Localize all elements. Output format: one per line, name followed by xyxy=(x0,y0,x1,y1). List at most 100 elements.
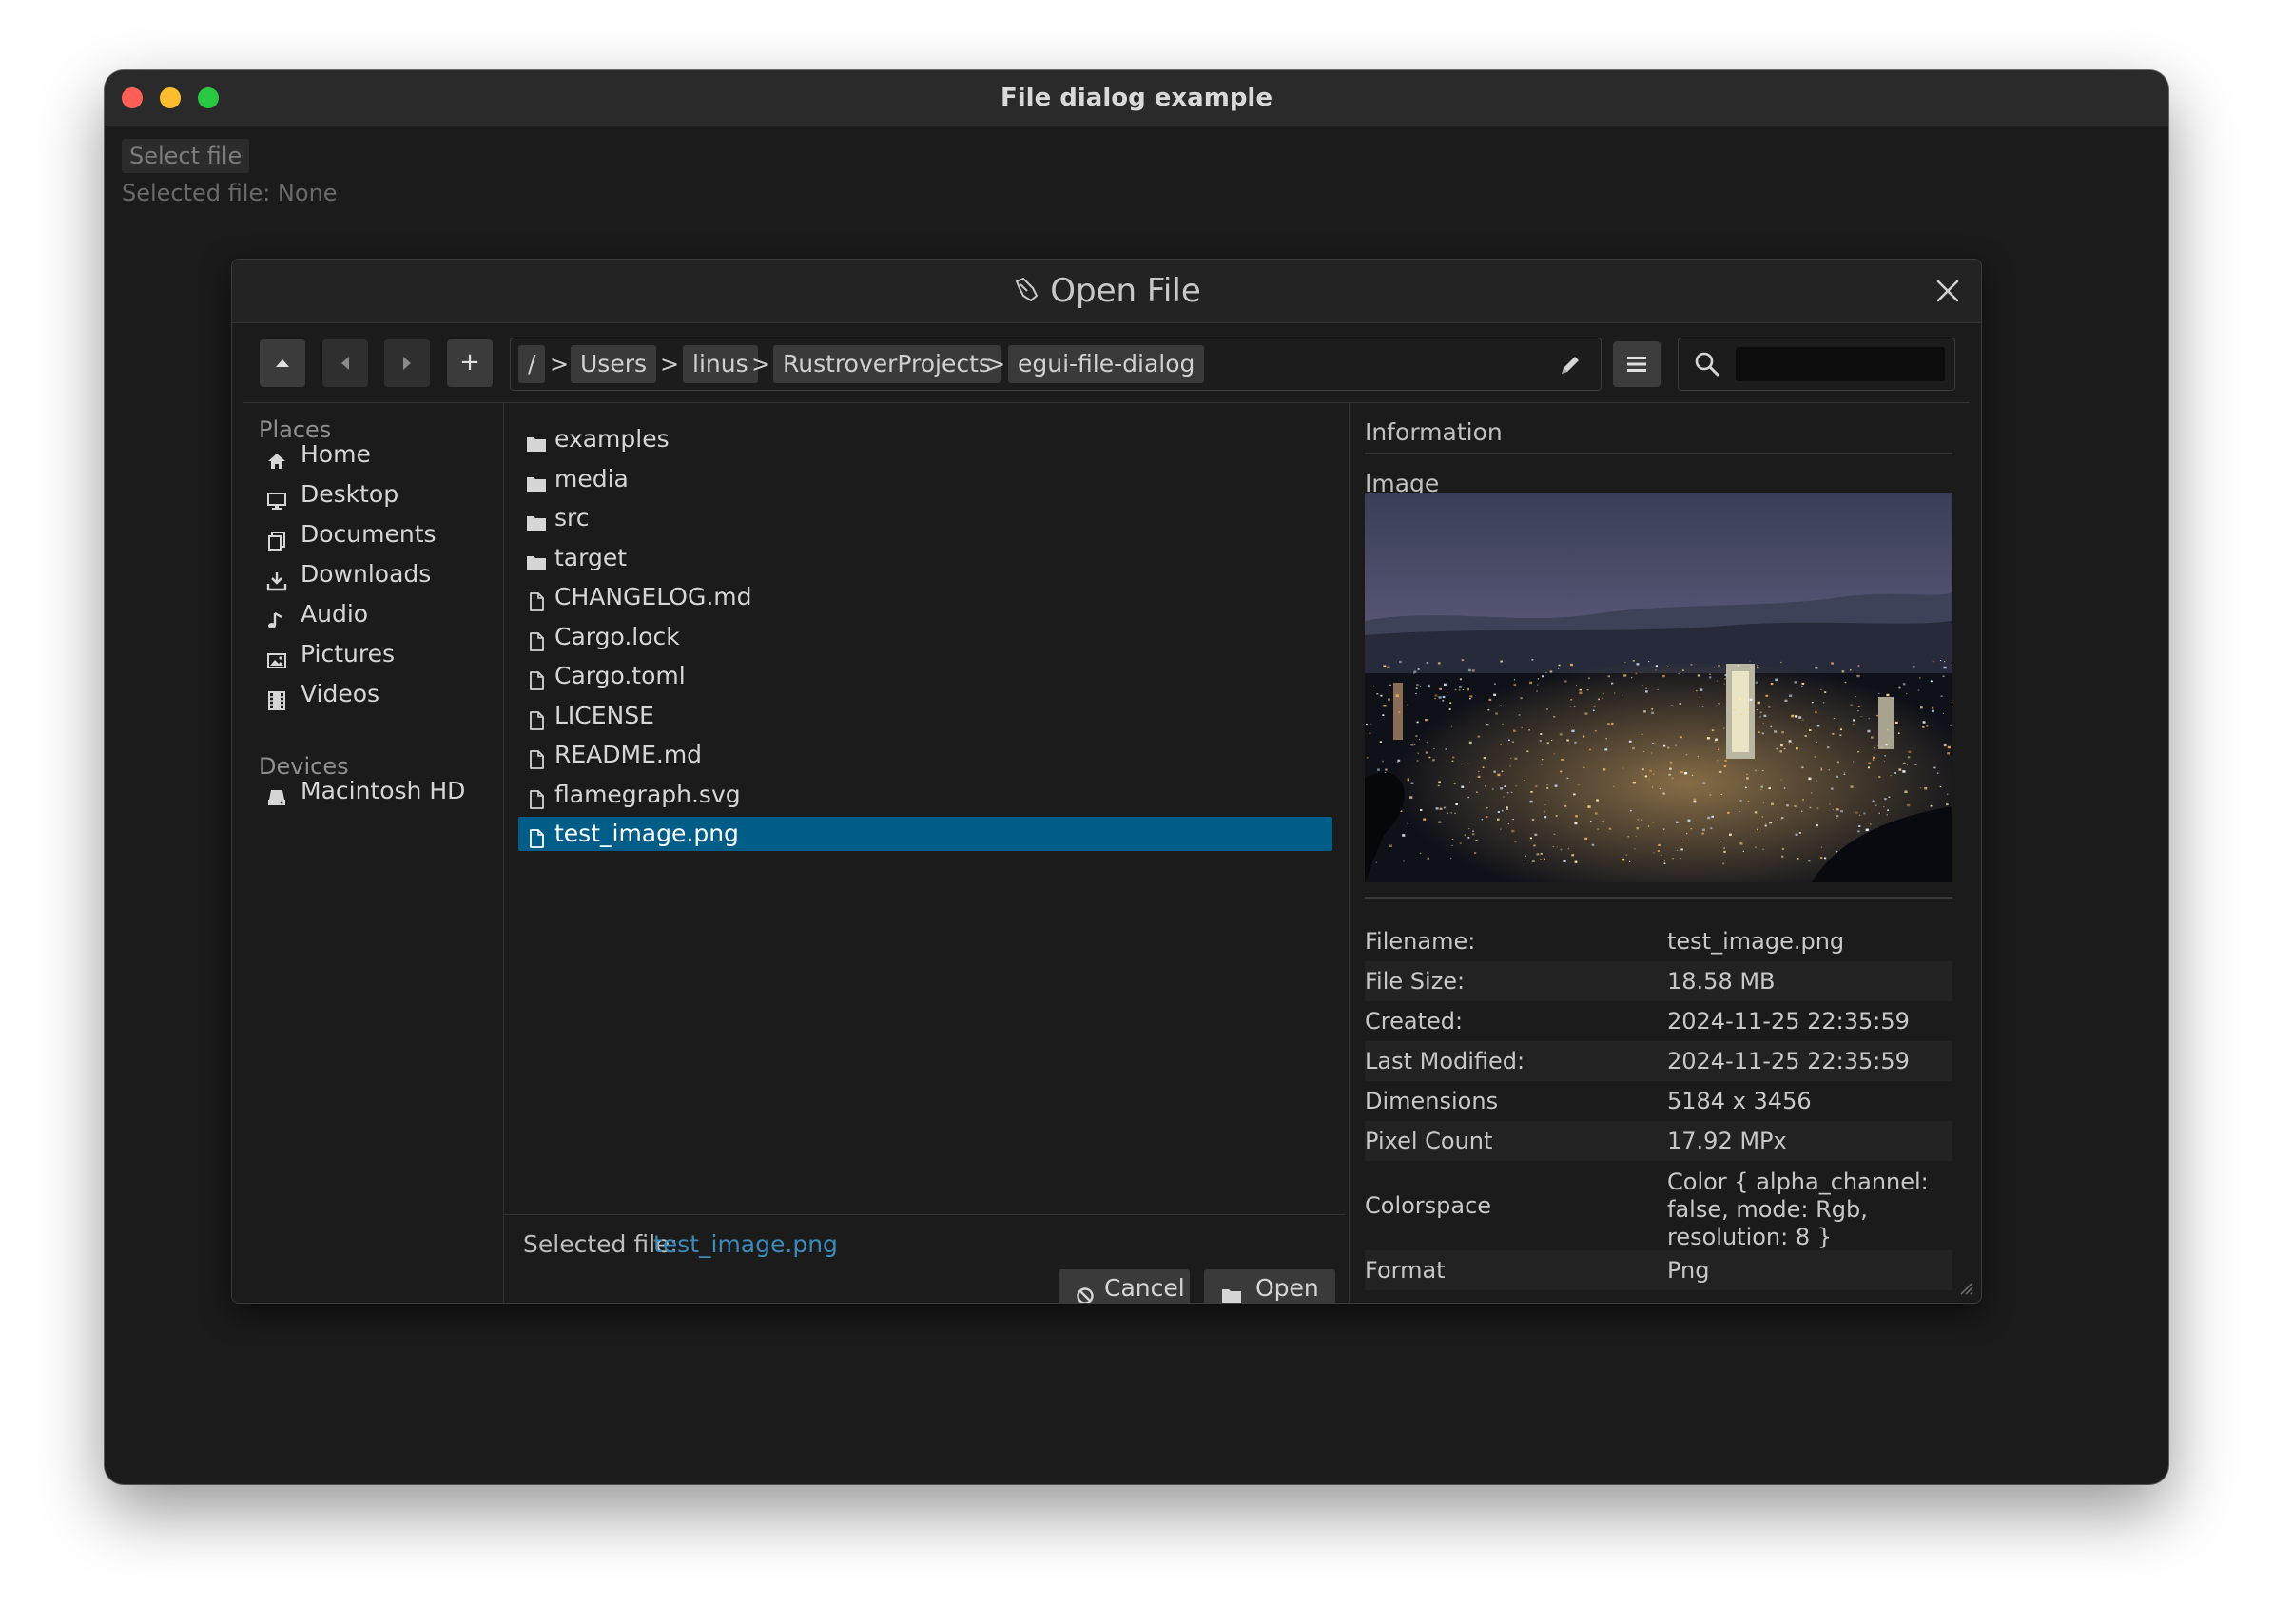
file-name: media xyxy=(554,464,629,493)
footer-divider xyxy=(504,1214,1346,1215)
file-list-item[interactable]: target xyxy=(518,541,1332,575)
file-icon xyxy=(526,706,547,730)
new-folder-button[interactable]: + xyxy=(447,339,493,387)
file-icon xyxy=(526,824,547,848)
info-row: Pixel Count 17.92 MPx xyxy=(1365,1121,1952,1161)
file-name: src xyxy=(554,504,590,532)
info-value: test_image.png xyxy=(1667,928,1845,955)
arrow-up-icon xyxy=(276,359,289,367)
folder-icon xyxy=(526,470,547,492)
music-note-icon xyxy=(266,604,287,628)
pointing-hand-icon xyxy=(1012,261,1040,324)
sidebar-item-downloads[interactable]: Downloads xyxy=(266,554,495,594)
file-name: CHANGELOG.md xyxy=(554,583,752,610)
breadcrumb-linus[interactable]: linus xyxy=(683,345,758,383)
path-bar: / > Users > linus > RustroverProjects > … xyxy=(510,338,1602,391)
sidebar-item-home[interactable]: Home xyxy=(266,435,495,474)
open-button-label: Open xyxy=(1255,1274,1319,1302)
resize-grip-icon[interactable] xyxy=(1955,1277,1974,1296)
info-value: 2024-11-25 22:35:59 xyxy=(1667,1048,1910,1074)
sidebar-item-audio[interactable]: Audio xyxy=(266,594,495,634)
info-row: Colorspace Color { alpha_channel: false, … xyxy=(1365,1161,1952,1250)
view-menu-button[interactable] xyxy=(1613,341,1661,387)
cancel-button[interactable]: Cancel xyxy=(1059,1269,1190,1303)
open-file-dialog: Open File + / > Users > linus > Rustrove… xyxy=(231,259,1982,1304)
file-name: Cargo.lock xyxy=(554,622,680,650)
magnifier-icon xyxy=(1693,350,1721,378)
film-icon xyxy=(266,684,287,710)
title-bar[interactable]: File dialog example xyxy=(105,70,2168,126)
info-value: 5184 x 3456 xyxy=(1667,1088,1812,1114)
info-key: File Size: xyxy=(1365,968,1466,995)
back-button[interactable] xyxy=(322,339,368,387)
select-file-button[interactable]: Select file xyxy=(122,139,250,173)
file-list-item[interactable]: CHANGELOG.md xyxy=(518,580,1332,614)
monitor-icon xyxy=(266,484,287,510)
info-key: Format xyxy=(1365,1257,1446,1284)
info-key: Colorspace xyxy=(1365,1192,1492,1219)
file-list-item[interactable]: test_image.png xyxy=(518,817,1332,851)
pencil-icon[interactable] xyxy=(1558,353,1583,377)
file-icon xyxy=(526,667,547,690)
breadcrumb-separator: > xyxy=(550,351,570,377)
file-list-item[interactable]: README.md xyxy=(518,738,1332,772)
parent-directory-button[interactable] xyxy=(260,339,305,387)
file-list-item[interactable]: LICENSE xyxy=(518,699,1332,733)
sidebar-item-videos[interactable]: Videos xyxy=(266,674,495,714)
dialog-title-text: Open File xyxy=(1050,272,1201,310)
file-list-item[interactable]: examples xyxy=(518,422,1332,456)
info-row: Filename: test_image.png xyxy=(1365,921,1952,961)
information-panel: Information Image Filename: test_image.p… xyxy=(1350,403,1981,1303)
info-value: 2024-11-25 22:35:59 xyxy=(1667,1008,1910,1034)
file-list-item[interactable]: flamegraph.svg xyxy=(518,778,1332,812)
file-name: LICENSE xyxy=(554,701,654,729)
info-key: Dimensions xyxy=(1365,1088,1499,1114)
dialog-title: Open File xyxy=(232,260,1981,322)
places-panel: Places Home Desktop Documents Downloads … xyxy=(232,403,503,1303)
folder-icon xyxy=(526,430,547,452)
info-divider xyxy=(1365,453,1952,454)
file-icon xyxy=(526,628,547,651)
file-name: examples xyxy=(554,425,670,453)
sidebar-item-label: Macintosh HD xyxy=(301,777,466,804)
arrow-right-icon xyxy=(403,357,411,370)
download-icon xyxy=(266,564,287,591)
sidebar-item-label: Videos xyxy=(301,680,380,707)
sidebar-item-label: Desktop xyxy=(301,480,399,508)
documents-icon xyxy=(266,524,287,551)
close-icon[interactable] xyxy=(1934,278,1961,304)
file-name: README.md xyxy=(554,741,703,768)
sidebar-item-documents[interactable]: Documents xyxy=(266,514,495,554)
breadcrumb-separator: > xyxy=(986,351,1006,377)
search-input[interactable] xyxy=(1736,347,1945,381)
sidebar-item-label: Pictures xyxy=(301,640,395,667)
breadcrumb-rustroverprojects[interactable]: RustroverProjects xyxy=(773,345,1001,383)
breadcrumb-separator: > xyxy=(660,351,680,377)
breadcrumb-egui-file-dialog[interactable]: egui-file-dialog xyxy=(1008,345,1205,383)
info-value: 18.58 MB xyxy=(1667,968,1776,995)
picture-icon xyxy=(266,644,287,668)
info-row: File Size: 18.58 MB xyxy=(1365,961,1952,1001)
dialog-header[interactable]: Open File xyxy=(232,260,1981,323)
sidebar-item-pictures[interactable]: Pictures xyxy=(266,634,495,674)
file-list-item[interactable]: Cargo.toml xyxy=(518,659,1332,693)
sidebar-item-macintosh-hd[interactable]: Macintosh HD xyxy=(266,771,495,811)
home-icon xyxy=(266,444,287,469)
breadcrumb-users[interactable]: Users xyxy=(571,345,657,383)
info-key: Last Modified: xyxy=(1365,1048,1525,1074)
info-value: Png xyxy=(1667,1257,1710,1284)
breadcrumb-root[interactable]: / xyxy=(518,345,546,383)
file-list-item[interactable]: media xyxy=(518,462,1332,496)
file-icon xyxy=(526,588,547,611)
sidebar-item-desktop[interactable]: Desktop xyxy=(266,474,495,514)
file-list-item[interactable]: Cargo.lock xyxy=(518,620,1332,654)
cancel-button-label: Cancel xyxy=(1104,1274,1185,1302)
breadcrumb-separator: > xyxy=(751,351,771,377)
info-divider xyxy=(1365,897,1952,899)
forward-button[interactable] xyxy=(384,339,430,387)
file-list-item[interactable]: src xyxy=(518,501,1332,535)
open-button[interactable]: Open xyxy=(1204,1269,1335,1303)
sidebar-item-label: Documents xyxy=(301,520,437,548)
folder-icon xyxy=(526,549,547,570)
information-title: Information xyxy=(1365,418,1503,446)
